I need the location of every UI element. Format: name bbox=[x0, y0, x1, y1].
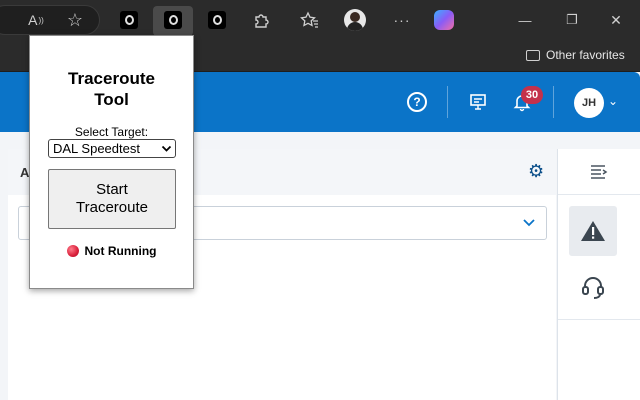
read-aloud-icon[interactable]: A)) bbox=[24, 8, 48, 32]
collapse-panel-icon[interactable] bbox=[558, 149, 640, 195]
start-traceroute-button[interactable]: Start Traceroute bbox=[48, 169, 176, 229]
more-menu-icon[interactable]: ··· bbox=[390, 8, 414, 32]
gear-icon[interactable]: ⚙ bbox=[528, 161, 548, 181]
header-divider bbox=[447, 86, 448, 118]
profile-avatar[interactable] bbox=[343, 8, 367, 32]
chevron-down-icon bbox=[161, 140, 172, 162]
right-rail bbox=[557, 149, 640, 400]
other-favorites-label: Other favorites bbox=[546, 48, 625, 62]
warning-icon[interactable] bbox=[569, 206, 617, 256]
traceroute-extension-icon[interactable] bbox=[161, 8, 185, 32]
notification-count-badge: 30 bbox=[521, 86, 543, 104]
extension-ring-icon[interactable] bbox=[205, 8, 229, 32]
target-select[interactable]: DAL Speedtest bbox=[48, 139, 176, 158]
star-list-icon[interactable] bbox=[298, 8, 322, 32]
select-target-label: Select Target: bbox=[74, 125, 149, 139]
puzzle-icon[interactable] bbox=[249, 8, 273, 32]
status-indicator: Not Running bbox=[30, 244, 193, 258]
presentation-icon[interactable] bbox=[466, 90, 490, 114]
selected-target: DAL Speedtest bbox=[53, 141, 140, 156]
other-favorites-folder[interactable]: Other favorites bbox=[526, 48, 625, 62]
minimize-icon[interactable]: — bbox=[513, 8, 537, 32]
traceroute-popup: Traceroute Tool Select Target: DAL Speed… bbox=[29, 35, 194, 289]
help-icon[interactable]: ? bbox=[405, 90, 429, 114]
header-divider bbox=[553, 86, 554, 118]
restore-icon[interactable]: ❐ bbox=[560, 8, 584, 32]
folder-icon bbox=[526, 49, 540, 61]
chevron-down-icon bbox=[522, 215, 536, 231]
favorite-star-icon[interactable]: ☆ bbox=[63, 8, 87, 32]
popup-title: Traceroute Tool bbox=[68, 69, 155, 109]
chevron-down-icon[interactable]: ⌄ bbox=[608, 94, 618, 108]
status-dot-icon bbox=[66, 245, 79, 257]
user-avatar[interactable]: JH bbox=[574, 88, 604, 118]
panel-title: A bbox=[20, 165, 30, 180]
start-traceroute-label: Start Traceroute bbox=[76, 181, 148, 216]
close-icon[interactable]: ✕ bbox=[604, 8, 628, 32]
headset-support-icon[interactable] bbox=[569, 267, 617, 307]
extension-ring-icon[interactable] bbox=[117, 8, 141, 32]
rail-divider bbox=[558, 319, 640, 320]
copilot-icon[interactable] bbox=[432, 8, 456, 32]
status-text: Not Running bbox=[84, 244, 157, 258]
browser-toolbar: A)) ☆ ··· — ❐ ✕ bbox=[0, 0, 640, 40]
